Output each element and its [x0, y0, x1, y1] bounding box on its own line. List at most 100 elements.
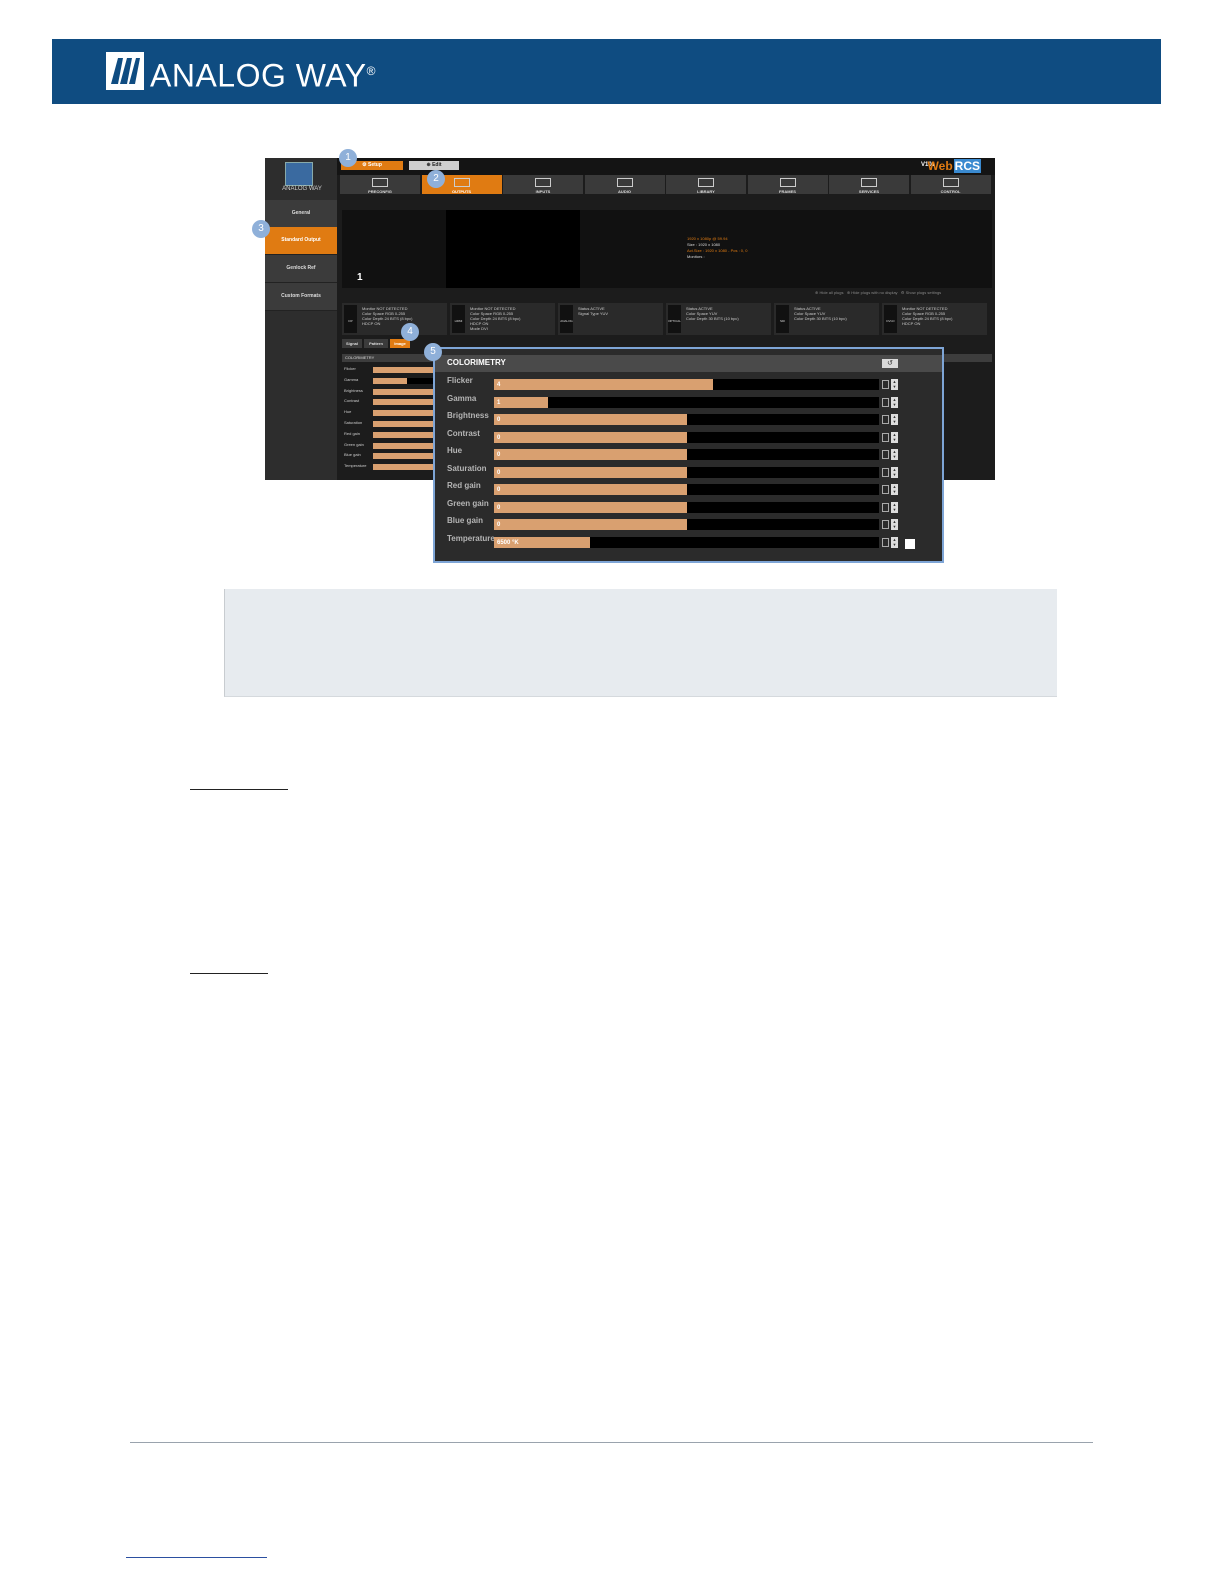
tab-label: FRAMES	[779, 189, 796, 194]
saturation-value[interactable]: 0	[497, 468, 500, 478]
lock-icon[interactable]	[882, 485, 889, 494]
small-row-label: Gamma	[344, 376, 359, 382]
connector-analog[interactable]: ANALOG Status ACTIVE Signal Type YUV	[558, 303, 663, 335]
inputs-icon	[535, 178, 551, 187]
stepper-arrows-icon[interactable]: ▲ ▼	[891, 466, 898, 478]
red-gain-value[interactable]: 0	[497, 485, 500, 495]
stepper-arrows-icon[interactable]: ▲ ▼	[891, 431, 898, 443]
web-rcs-logo: Web RCS	[927, 159, 981, 173]
tab-label: OUTPUTS	[451, 189, 472, 194]
show-plugs-settings-button[interactable]: ⚙ Show plugs settings	[901, 290, 941, 295]
connector-dvi-d[interactable]: DVI-D Monitor NOT DETECTED Color Space RGB…	[882, 303, 987, 335]
tab-label: LIBRARY	[697, 189, 715, 194]
tab-pattern[interactable]: Pattern	[364, 339, 388, 348]
small-row-label: Temperature	[344, 463, 367, 469]
tab-label: PRECONFIG	[368, 189, 392, 194]
red-gain-slider[interactable]: 0	[494, 484, 879, 495]
stepper-arrows-icon[interactable]: ▲ ▼	[891, 519, 898, 530]
stepper-arrows-icon[interactable]: ▲ ▼	[891, 414, 898, 425]
step-marker-2: 2	[427, 170, 445, 188]
reset-icon[interactable]: ↺	[882, 359, 898, 368]
blue-gain-slider[interactable]: 0	[494, 519, 879, 530]
stepper-arrows-icon[interactable]: ▲ ▼	[891, 449, 898, 460]
lock-icon[interactable]	[882, 432, 889, 442]
small-row-label: Blue gain	[344, 452, 361, 458]
preview-monitors: Monitors :	[687, 254, 705, 259]
temperature-value[interactable]: 6500 °K	[497, 538, 519, 548]
stepper-arrows-icon[interactable]: ▲ ▼	[891, 536, 898, 548]
analog-way-logo-icon	[106, 52, 144, 90]
step-marker-5: 5	[424, 343, 442, 361]
lock-icon[interactable]	[882, 397, 889, 407]
small-row-label: Brightness	[344, 387, 363, 393]
connector-dp[interactable]: DP Monitor NOT DETECTED Color Space RGB 0-…	[342, 303, 447, 335]
lock-icon[interactable]	[882, 467, 889, 477]
red-gain-label: Red gain	[447, 481, 481, 490]
output-preview[interactable]: 1 1920 x 1080p @ 59.94 Size : 1920 x 108…	[342, 210, 992, 288]
lock-icon[interactable]	[882, 520, 889, 529]
lock-icon[interactable]	[882, 537, 889, 547]
connector-sdi[interactable]: SDI Status ACTIVE Color Space YUV Color Dep…	[774, 303, 879, 335]
green-gain-label: Green gain	[447, 498, 489, 508]
temperature-slider[interactable]: 6500 °K	[494, 536, 879, 548]
saturation-slider[interactable]: 0	[494, 466, 879, 478]
footer-link-underline[interactable]	[126, 1557, 267, 1558]
stepper-arrows-icon[interactable]: ▲ ▼	[891, 501, 898, 513]
tab-library[interactable]: LIBRARY	[666, 175, 746, 194]
small-row-label: Saturation	[344, 420, 363, 425]
sidebar-item-general[interactable]: General	[265, 200, 337, 228]
tab-control[interactable]: CONTROL	[910, 175, 991, 194]
tab-label: AUDIO	[618, 189, 631, 194]
connector-details: Monitor NOT DETECTED Color Space RGB 0-25…	[470, 306, 520, 331]
stepper-arrows-icon[interactable]: ▲ ▼	[891, 484, 898, 495]
stepper-arrows-icon[interactable]: ▲ ▼	[891, 379, 898, 390]
brightness-slider[interactable]: 0	[494, 414, 879, 425]
tab-services[interactable]: SERVICES	[829, 175, 909, 194]
tab-signal[interactable]: Signal	[342, 339, 362, 348]
hue-slider[interactable]: 0	[494, 449, 879, 460]
stepper-arrows-icon[interactable]: ▲ ▼	[891, 396, 898, 408]
connector-icon: DVI-D	[884, 305, 897, 333]
contrast-row: Contrast 0 ▲ ▼	[435, 429, 942, 447]
connector-details: Status ACTIVE Color Space YUV Color Depth …	[794, 306, 847, 321]
sidebar-item-genlock-ref[interactable]: Genlock Ref	[265, 255, 337, 283]
green-gain-slider[interactable]: 0	[494, 501, 879, 513]
connector-optical[interactable]: OPTICAL Status ACTIVE Color Space YUV Color…	[666, 303, 771, 335]
green-gain-row: Green gain 0 ▲ ▼	[435, 498, 942, 517]
brightness-value[interactable]: 0	[497, 415, 500, 425]
flicker-value[interactable]: 4	[497, 380, 500, 390]
tab-audio[interactable]: AUDIO	[584, 175, 665, 194]
small-row-label: Contrast	[344, 398, 360, 404]
flicker-slider[interactable]: 4	[494, 379, 879, 390]
gamma-slider[interactable]: 1	[494, 396, 879, 408]
hide-plugs-no-display-button[interactable]: ⊕ Hide plugs with no display	[847, 290, 898, 295]
lock-icon[interactable]	[882, 415, 889, 424]
connector-name: OPTICAL	[668, 319, 681, 323]
blue-gain-row: Blue gain 0 ▲ ▼	[435, 516, 942, 534]
blue-gain-value[interactable]: 0	[497, 520, 500, 530]
temperature-label: Temperature	[447, 533, 495, 543]
audio-icon	[616, 178, 633, 187]
tab-inputs[interactable]: INPUTS	[503, 175, 583, 194]
sidebar-item-custom-formats[interactable]: Custom Formats	[265, 283, 337, 311]
hue-value[interactable]: 0	[497, 450, 500, 460]
lock-icon[interactable]	[882, 380, 889, 389]
connector-hdmi[interactable]: HDMI Monitor NOT DETECTED Color Space RGB …	[450, 303, 555, 335]
connector-name: DP	[348, 319, 353, 323]
gamma-value[interactable]: 1	[497, 398, 500, 408]
tab-preconfig[interactable]: PRECONFIG	[340, 175, 420, 194]
small-row-slider-fill	[373, 377, 407, 384]
tab-frames[interactable]: FRAMES	[747, 175, 828, 194]
app-sidebar: ANALOG WAY General Standard Output Genlock…	[265, 158, 337, 480]
connector-detail-line: Mode DVI	[470, 326, 488, 331]
lock-icon[interactable]	[882, 450, 889, 459]
contrast-value[interactable]: 0	[497, 433, 500, 443]
brand-name: ANALOG WAY®	[150, 57, 376, 94]
green-gain-value[interactable]: 0	[497, 503, 500, 513]
contrast-slider[interactable]: 0	[494, 431, 879, 443]
brightness-slider-fill	[494, 414, 687, 425]
sidebar-item-standard-output[interactable]: Standard Output	[265, 227, 337, 255]
edit-mode-button[interactable]: ⊕ Edit	[409, 161, 459, 170]
hide-all-plugs-button[interactable]: ⊕ Hide all plugs	[815, 290, 843, 295]
lock-icon[interactable]	[882, 502, 889, 512]
